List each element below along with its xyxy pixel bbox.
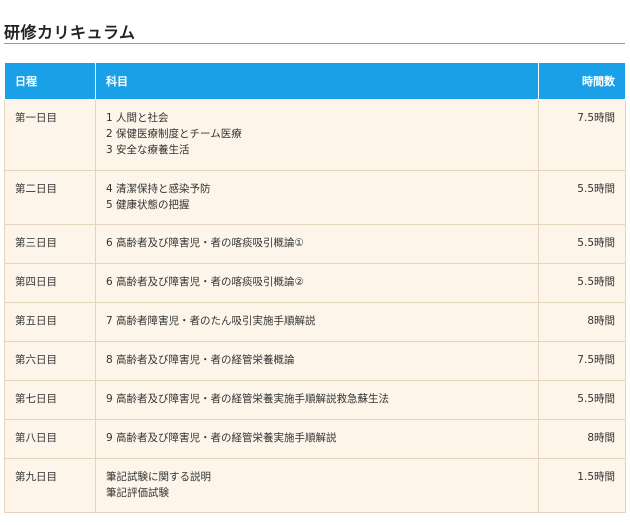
subject-line: 2 保健医療制度とチーム医療 — [106, 128, 242, 140]
hours-cell: 5.5時間 — [538, 380, 626, 420]
subject-line: 1 人間と社会 — [106, 112, 169, 124]
day-cell: 第七日目 — [4, 380, 96, 420]
day-cell: 第八日目 — [4, 419, 96, 459]
hours-cell: 1.5時間 — [538, 458, 626, 513]
subject-line: 7 高齢者障害児・者のたん吸引実施手順解説 — [106, 315, 316, 327]
subject-cell: 7 高齢者障害児・者のたん吸引実施手順解説 — [95, 302, 539, 342]
subject-cell: 9 高齢者及び障害児・者の経管栄養実施手順解説救急蘇生法 — [95, 380, 539, 420]
subject-cell: 1 人間と社会 2 保健医療制度とチーム医療 3 安全な療養生活 — [95, 99, 539, 171]
table-header-row: 日程 科目 時間数 — [4, 62, 626, 100]
column-header-day: 日程 — [4, 62, 96, 100]
table-row: 第六日目 8 高齢者及び障害児・者の経管栄養概論 7.5時間 — [4, 341, 626, 381]
table-row: 第三日目 6 高齢者及び障害児・者の喀痰吸引概論① 5.5時間 — [4, 224, 626, 264]
subject-cell: 9 高齢者及び障害児・者の経管栄養実施手順解説 — [95, 419, 539, 459]
day-cell: 第六日目 — [4, 341, 96, 381]
subject-cell: 6 高齢者及び障害児・者の喀痰吸引概論② — [95, 263, 539, 303]
hours-cell: 7.5時間 — [538, 341, 626, 381]
table-row: 第八日目 9 高齢者及び障害児・者の経管栄養実施手順解説 8時間 — [4, 419, 626, 459]
page-title: 研修カリキュラム — [4, 22, 136, 42]
hours-cell: 7.5時間 — [538, 99, 626, 171]
title-divider — [4, 43, 625, 44]
subject-cell: 4 清潔保持と感染予防 5 健康状態の把握 — [95, 170, 539, 225]
subject-line: 筆記試験に関する説明 — [106, 471, 211, 483]
table-row: 第七日目 9 高齢者及び障害児・者の経管栄養実施手順解説救急蘇生法 5.5時間 — [4, 380, 626, 420]
hours-cell: 5.5時間 — [538, 224, 626, 264]
hours-cell: 8時間 — [538, 419, 626, 459]
table-row: 第二日目 4 清潔保持と感染予防 5 健康状態の把握 5.5時間 — [4, 170, 626, 225]
table-row: 第五日目 7 高齢者障害児・者のたん吸引実施手順解説 8時間 — [4, 302, 626, 342]
subject-line: 筆記評価試験 — [106, 487, 169, 499]
day-cell: 第三日目 — [4, 224, 96, 264]
subject-line: 5 健康状態の把握 — [106, 199, 190, 211]
curriculum-table: 日程 科目 時間数 第一日目 1 人間と社会 2 保健医療制度とチーム医療 3 … — [4, 62, 626, 513]
subject-line: 9 高齢者及び障害児・者の経管栄養実施手順解説救急蘇生法 — [106, 393, 390, 405]
subject-line: 3 安全な療養生活 — [106, 144, 190, 156]
column-header-hours: 時間数 — [538, 62, 626, 100]
subject-cell: 筆記試験に関する説明 筆記評価試験 — [95, 458, 539, 513]
hours-cell: 8時間 — [538, 302, 626, 342]
subject-line: 6 高齢者及び障害児・者の喀痰吸引概論② — [106, 276, 304, 288]
hours-cell: 5.5時間 — [538, 263, 626, 303]
day-cell: 第四日目 — [4, 263, 96, 303]
subject-line: 9 高齢者及び障害児・者の経管栄養実施手順解説 — [106, 432, 337, 444]
subject-line: 4 清潔保持と感染予防 — [106, 183, 211, 195]
day-cell: 第一日目 — [4, 99, 96, 171]
subject-line: 6 高齢者及び障害児・者の喀痰吸引概論① — [106, 237, 304, 249]
subject-line: 8 高齢者及び障害児・者の経管栄養概論 — [106, 354, 295, 366]
table-row: 第一日目 1 人間と社会 2 保健医療制度とチーム医療 3 安全な療養生活 7.… — [4, 99, 626, 171]
column-header-subject: 科目 — [95, 62, 539, 100]
subject-cell: 8 高齢者及び障害児・者の経管栄養概論 — [95, 341, 539, 381]
table-row: 第四日目 6 高齢者及び障害児・者の喀痰吸引概論② 5.5時間 — [4, 263, 626, 303]
day-cell: 第二日目 — [4, 170, 96, 225]
hours-cell: 5.5時間 — [538, 170, 626, 225]
table-row: 第九日目 筆記試験に関する説明 筆記評価試験 1.5時間 — [4, 458, 626, 513]
subject-cell: 6 高齢者及び障害児・者の喀痰吸引概論① — [95, 224, 539, 264]
day-cell: 第五日目 — [4, 302, 96, 342]
day-cell: 第九日目 — [4, 458, 96, 513]
